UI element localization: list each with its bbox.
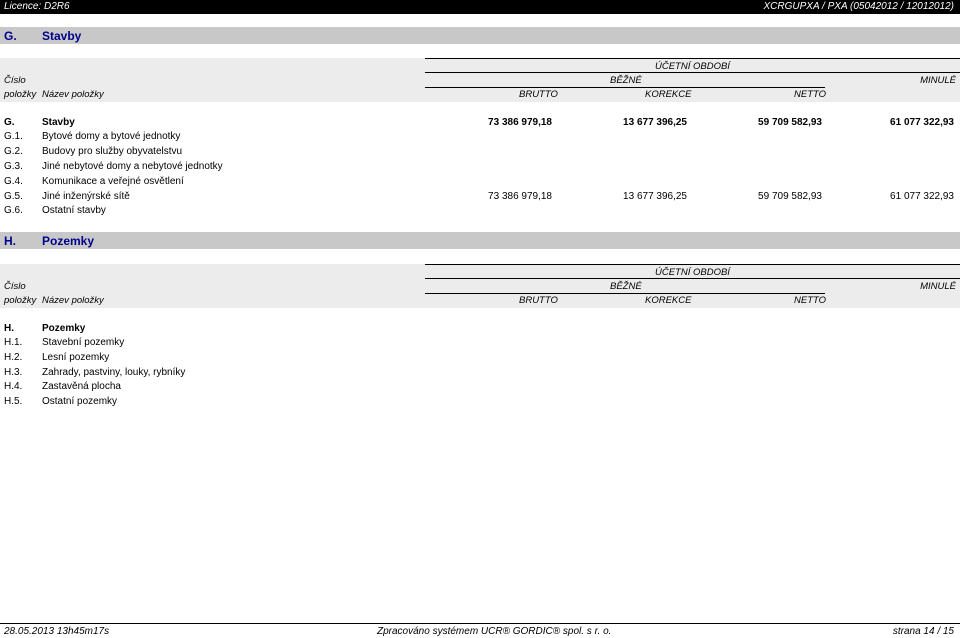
section-title: Pozemky	[42, 234, 95, 248]
row-code: H.3.	[4, 367, 23, 378]
col-minule: MINULÉ	[920, 75, 956, 86]
col-cislo: Číslo	[4, 75, 26, 86]
licence-label: Licence: D2R6	[4, 1, 70, 12]
row-name: Stavby	[42, 117, 75, 128]
col-ucetni-obdobi: ÚČETNÍ OBDOBÍ	[655, 267, 730, 278]
col-bezne: BĚŽNÉ	[610, 75, 642, 86]
col-polozky: položky	[4, 295, 37, 306]
row-netto: 59 709 582,93	[758, 117, 822, 128]
row-name: Bytové domy a bytové jednotky	[42, 131, 181, 142]
table-row: H.1. Stavební pozemky	[0, 337, 960, 351]
table-row: G.6. Ostatní stavby	[0, 205, 960, 219]
col-minule: MINULÉ	[920, 281, 956, 292]
row-name: Ostatní stavby	[42, 205, 106, 216]
table-row: G.3. Jiné nebytové domy a nebytové jedno…	[0, 161, 960, 175]
col-nazev: Název položky	[42, 295, 104, 306]
table-row: G.2. Budovy pro služby obyvatelstvu	[0, 146, 960, 160]
row-brutto: 73 386 979,18	[488, 117, 552, 128]
row-code: G.5.	[4, 191, 23, 202]
row-name: Lesní pozemky	[42, 352, 110, 363]
col-ucetni-obdobi: ÚČETNÍ OBDOBÍ	[655, 61, 730, 72]
section-title: Stavby	[42, 29, 82, 43]
report-top-bar: Licence: D2R6 XCRGUPXA / PXA (05042012 /…	[0, 0, 960, 14]
table-row: H.3. Zahrady, pastviny, louky, rybníky	[0, 367, 960, 381]
col-nazev: Název položky	[42, 89, 104, 100]
table-row: H.2. Lesní pozemky	[0, 352, 960, 366]
footer-processed-by: Zpracováno systémem UCR® GORDIC® spol. s…	[377, 626, 612, 637]
col-brutto: BRUTTO	[519, 89, 558, 100]
footer-timestamp: 28.05.2013 13h45m17s	[4, 626, 110, 637]
row-korekce: 13 677 396,25	[623, 191, 687, 202]
row-code: G.2.	[4, 146, 23, 157]
section-header-h: H. Pozemky	[0, 232, 960, 249]
col-netto: NETTO	[794, 295, 827, 306]
row-netto: 59 709 582,93	[758, 191, 822, 202]
table-row: G.1. Bytové domy a bytové jednotky	[0, 131, 960, 145]
row-code: H.2.	[4, 352, 23, 363]
row-code: H.1.	[4, 337, 23, 348]
col-bezne: BĚŽNÉ	[610, 281, 642, 292]
row-name: Ostatní pozemky	[42, 396, 118, 407]
footer-page-number: strana 14 / 15	[892, 626, 954, 637]
row-name: Jiné nebytové domy a nebytové jednotky	[42, 161, 223, 172]
table-row: H.5. Ostatní pozemky	[0, 396, 960, 410]
row-brutto: 73 386 979,18	[488, 191, 552, 202]
row-name: Pozemky	[42, 323, 86, 334]
row-minule: 61 077 322,93	[890, 117, 954, 128]
row-name: Stavební pozemky	[42, 337, 125, 348]
row-code: H.	[4, 323, 14, 334]
column-header-g: ÚČETNÍ OBDOBÍ Číslo BĚŽNÉ MINULÉ položky…	[0, 58, 960, 102]
col-brutto: BRUTTO	[519, 295, 558, 306]
row-minule: 61 077 322,93	[890, 191, 954, 202]
row-name: Zastavěná plocha	[42, 381, 121, 392]
table-row: G. Stavby 73 386 979,18 13 677 396,25 59…	[0, 117, 960, 131]
row-code: G.	[4, 117, 15, 128]
row-korekce: 13 677 396,25	[623, 117, 687, 128]
section-code: H.	[4, 234, 16, 248]
col-korekce: KOREKCE	[645, 89, 692, 100]
row-code: H.5.	[4, 396, 23, 407]
row-name: Jiné inženýrské sítě	[42, 191, 130, 202]
report-footer: 28.05.2013 13h45m17s Zpracováno systémem…	[0, 623, 960, 638]
col-netto: NETTO	[794, 89, 827, 100]
section-code: G.	[4, 29, 17, 43]
row-code: H.4.	[4, 381, 23, 392]
col-polozky: položky	[4, 89, 37, 100]
row-code: G.3.	[4, 161, 23, 172]
row-code: G.1.	[4, 131, 23, 142]
col-korekce: KOREKCE	[645, 295, 692, 306]
table-row: G.5. Jiné inženýrské sítě 73 386 979,18 …	[0, 191, 960, 205]
section-header-g: G. Stavby	[0, 27, 960, 44]
report-code: XCRGUPXA / PXA (05042012 / 12012012)	[763, 1, 954, 12]
row-name: Komunikace a veřejné osvětlení	[42, 176, 184, 187]
row-code: G.4.	[4, 176, 23, 187]
col-cislo: Číslo	[4, 281, 26, 292]
row-name: Budovy pro služby obyvatelstvu	[42, 146, 183, 157]
table-row: H.4. Zastavěná plocha	[0, 381, 960, 395]
table-row: G.4. Komunikace a veřejné osvětlení	[0, 176, 960, 190]
table-row: H. Pozemky	[0, 323, 960, 337]
column-header-h: ÚČETNÍ OBDOBÍ Číslo BĚŽNÉ MINULÉ položky…	[0, 264, 960, 308]
row-name: Zahrady, pastviny, louky, rybníky	[42, 367, 186, 378]
row-code: G.6.	[4, 205, 23, 216]
